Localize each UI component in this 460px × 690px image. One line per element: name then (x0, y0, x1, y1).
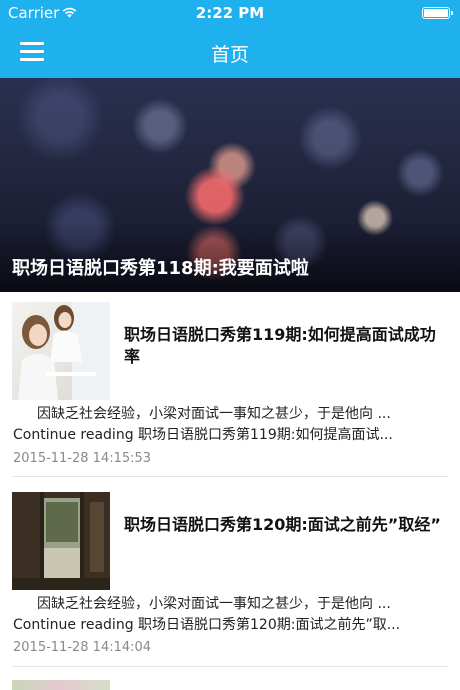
battery-icon (422, 7, 453, 19)
list-divider (12, 666, 448, 667)
garden-photo-image (12, 492, 110, 590)
article-excerpt: 因缺乏社会经验，小梁对面试一事知之甚少，于是他向 ... Continue re… (13, 404, 450, 446)
article-title: 职场日语脱口秀第119期:如何提高面试成功率 (124, 325, 436, 366)
article-thumbnail (12, 302, 110, 400)
excerpt-text: 因缺乏社会经验，小梁对面试一事知之甚少，于是他向 ... (37, 406, 391, 422)
continue-reading-link[interactable]: Continue reading 职场日语脱口秀第120期:面试之前先”取... (13, 615, 450, 636)
article-list-item[interactable]: 职场日语脱口秀第119期:如何提高面试成功率 因缺乏社会经验，小梁对面试一事知之… (0, 292, 460, 478)
featured-article-banner[interactable]: 职场日语脱口秀第118期:我要面试啦 (0, 78, 460, 292)
article-date: 2015-11-28 14:14:04 (13, 640, 152, 655)
status-time: 2:22 PM (195, 4, 265, 22)
article-excerpt: 因缺乏社会经验，小梁对面试一事知之甚少，于是他向 ... Continue re… (13, 594, 450, 636)
article-date: 2015-11-28 14:15:53 (13, 451, 152, 466)
status-bar: Carrier 2:22 PM (0, 0, 460, 26)
office-photo-image (18, 302, 110, 400)
featured-article-title: 职场日语脱口秀第118期:我要面试啦 (12, 258, 309, 279)
navigation-bar: Carrier 2:22 PM 首页 (0, 0, 460, 78)
continue-reading-link[interactable]: Continue reading 职场日语脱口秀第119期:如何提高面试... (13, 425, 450, 446)
excerpt-text: 因缺乏社会经验，小梁对面试一事知之甚少，于是他向 ... (37, 596, 391, 612)
article-list-item[interactable] (0, 668, 460, 690)
article-title: 职场日语脱口秀第120期:面试之前先”取经” (124, 515, 441, 534)
list-divider (12, 476, 448, 477)
article-thumbnail (12, 680, 110, 690)
article-list-item[interactable]: 职场日语脱口秀第120期:面试之前先”取经” 因缺乏社会经验，小梁对面试一事知之… (0, 478, 460, 668)
page-title: 首页 (210, 44, 249, 66)
article-thumbnail (12, 492, 110, 590)
